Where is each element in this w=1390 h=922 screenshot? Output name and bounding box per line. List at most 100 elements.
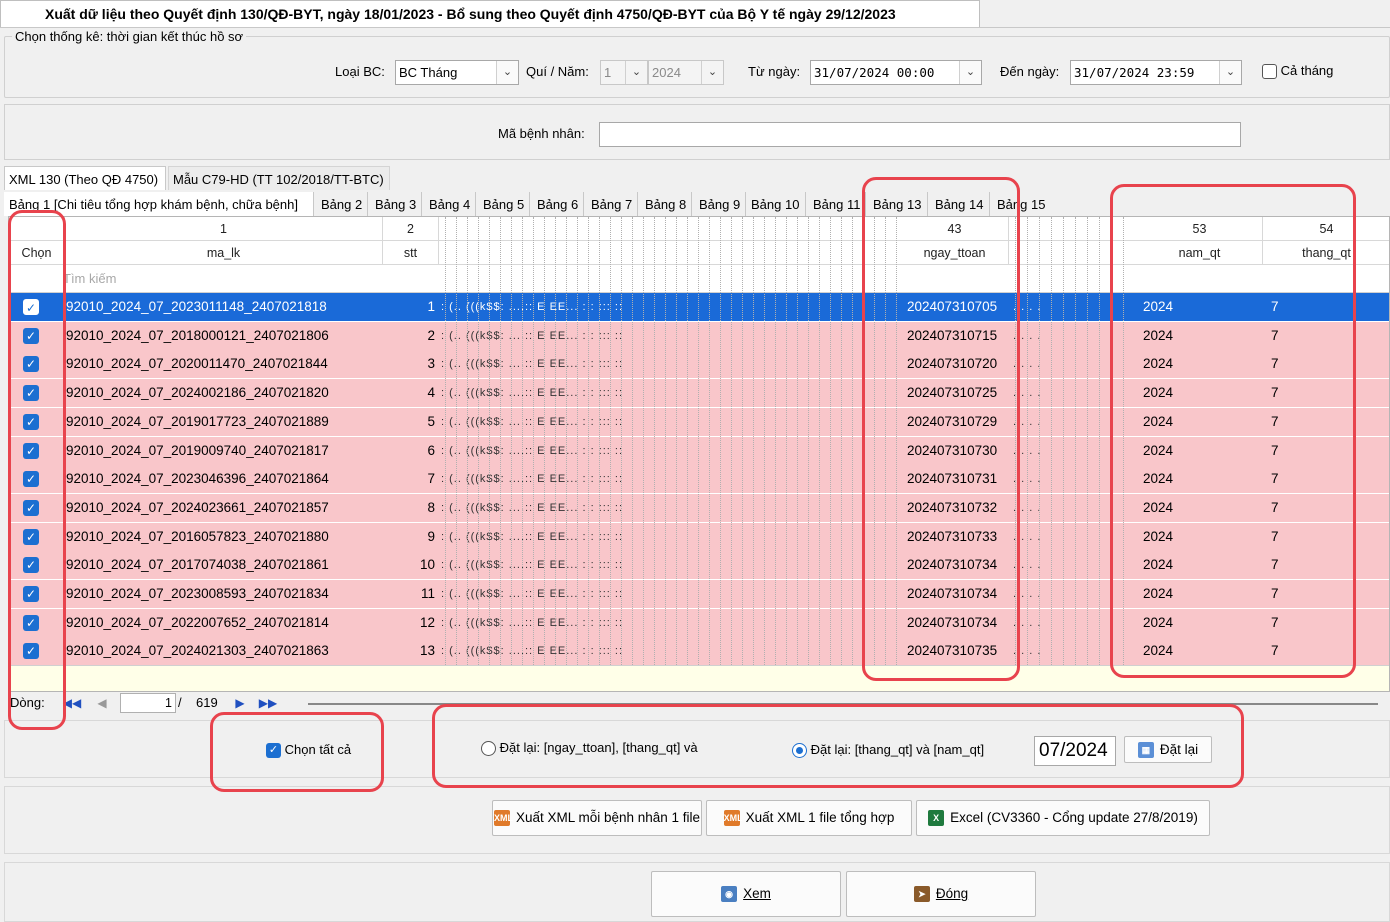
cell-hidden-columns: : (.. (((k$$: ....:: E EE... : : ::: :: — [441, 301, 624, 313]
cell-stt: 12 — [419, 614, 435, 630]
tab-bang-2[interactable]: Bảng 2 — [316, 192, 368, 216]
tab-bang-10[interactable]: Bảng 10 — [746, 192, 806, 216]
pager-sep: / — [178, 695, 182, 710]
tab-bang-5[interactable]: Bảng 5 — [478, 192, 530, 216]
cell-hidden-columns: : (.. (((k$$: ....:: E EE... : : ::: :: — [441, 559, 624, 572]
cell-ma-lk: 92010_2024_07_2018000121_2407021806 — [66, 327, 329, 343]
cell-hidden-columns: : (.. (((k$$: ....:: E EE... : : ::: :: — [441, 415, 624, 428]
cell-stt: 8 — [427, 499, 435, 515]
tab-bang-11[interactable]: Bảng 11 — [808, 192, 866, 216]
excel-icon: X — [928, 810, 945, 827]
cell-ma-lk: 92010_2024_07_2023008593_2407021834 — [66, 586, 329, 601]
loai-bc-value: BC Tháng — [399, 65, 458, 80]
cell-ma-lk: 92010_2024_07_2024021303_2407021863 — [66, 643, 329, 659]
tab-bang-7[interactable]: Bảng 7 — [586, 192, 638, 216]
den-ngay-picker[interactable]: 31/07/2024 23:59 ⌄ — [1070, 60, 1242, 85]
nam-select[interactable]: 2024 ⌄ — [648, 60, 724, 85]
qui-select[interactable]: 1 ⌄ — [600, 60, 648, 85]
tab-xml130[interactable]: XML 130 (Theo QĐ 4750) — [4, 166, 166, 190]
cell-hidden-columns: : (.. (((k$$: ....:: E EE... : : ::: :: — [441, 645, 624, 658]
divider — [0, 27, 1390, 28]
cell-ma-lk: 92010_2024_07_2022007652_2407021814 — [66, 614, 329, 630]
xem-button[interactable]: ◉ Xem — [651, 871, 841, 917]
col-header-stt[interactable]: stt — [383, 241, 439, 265]
cell-ma-lk: 92010_2024_07_2023011148_2407021818 — [66, 299, 327, 314]
chevron-down-icon[interactable]: ⌄ — [496, 61, 518, 84]
highlight-chon-column — [8, 210, 66, 730]
tab-bang-8[interactable]: Bảng 8 — [640, 192, 692, 216]
xuat-xml-tong-hop-button[interactable]: XML Xuất XML 1 file tổng hợp — [706, 800, 912, 836]
cell-stt: 3 — [427, 356, 435, 372]
cell-hidden-columns: : (.. (((k$$: ....:: E EE... : : ::: :: — [441, 329, 624, 342]
ma-benh-nhan-input[interactable] — [599, 122, 1241, 147]
highlight-reset-options — [432, 704, 1244, 788]
ma-benh-nhan-label: Mã bệnh nhân: — [498, 126, 585, 141]
cell-stt: 9 — [427, 528, 435, 544]
cell-ma-lk: 92010_2024_07_2016057823_2407021880 — [66, 528, 329, 544]
tab-c79hd[interactable]: Mẫu C79-HD (TT 102/2018/TT-BTC) — [168, 166, 390, 190]
highlight-nam-thang-columns — [1110, 184, 1356, 678]
ca-thang-label: Cả tháng — [1280, 63, 1334, 78]
loai-bc-select[interactable]: BC Tháng ⌄ — [395, 60, 519, 85]
xml-file-icon: XML — [493, 810, 513, 827]
page-input[interactable]: 1 — [120, 693, 176, 713]
tu-ngay-picker[interactable]: 31/07/2024 00:00 ⌄ — [810, 60, 982, 85]
preview-icon: ◉ — [721, 886, 738, 903]
chevron-down-icon[interactable]: ⌄ — [959, 61, 981, 84]
xuat-xml-moi-benh-nhan-button[interactable]: XML Xuất XML mỗi bệnh nhân 1 file — [492, 800, 702, 836]
cell-ma-lk: 92010_2024_07_2019017723_2407021889 — [66, 413, 329, 429]
cell-ma-lk: 92010_2024_07_2017074038_2407021861 — [66, 557, 329, 573]
cell-stt: 5 — [427, 413, 435, 429]
chevron-down-icon[interactable]: ⌄ — [1219, 61, 1241, 84]
col-number-ma-lk: 1 — [65, 217, 383, 241]
qui-nam-label: Quí / Năm: — [526, 64, 589, 79]
tab-bang-4[interactable]: Bảng 4 — [424, 192, 476, 216]
exit-door-icon: ➤ — [913, 886, 930, 903]
prev-page-icon[interactable]: ◀ — [92, 694, 112, 712]
cell-stt: 6 — [427, 442, 435, 458]
tu-ngay-label: Từ ngày: — [748, 64, 801, 79]
cell-hidden-columns: : (.. (((k$$: ....:: E EE... : : ::: :: — [441, 387, 624, 400]
cell-stt: 1 — [427, 299, 435, 314]
col-number-stt: 2 — [383, 217, 439, 241]
nam-value: 2024 — [652, 65, 681, 80]
highlight-chon-tat-ca — [210, 712, 384, 792]
cell-stt: 4 — [427, 385, 435, 401]
tab-bang-6[interactable]: Bảng 6 — [532, 192, 584, 216]
cell-ma-lk: 92010_2024_07_2020011470_2407021844 — [66, 356, 328, 372]
cell-stt: 7 — [427, 471, 435, 487]
cell-hidden-columns: : (.. (((k$$: ....:: E EE... : : ::: :: — [441, 473, 624, 486]
cell-hidden-columns: : (.. (((k$$: ....:: E EE... : : ::: :: — [441, 588, 624, 600]
pager-total: 619 — [196, 695, 218, 710]
tab-bang-3[interactable]: Bảng 3 — [370, 192, 422, 216]
chevron-down-icon[interactable]: ⌄ — [625, 61, 647, 84]
cell-ma-lk: 92010_2024_07_2024023661_2407021857 — [66, 499, 329, 515]
loai-bc-label: Loại BC: — [335, 64, 385, 79]
cell-stt: 13 — [419, 643, 435, 659]
checkbox-icon[interactable] — [1262, 64, 1277, 80]
highlight-ngay-ttoan-column — [862, 177, 1020, 681]
cell-hidden-columns: : (.. (((k$$: ....:: E EE... : : ::: :: — [441, 530, 624, 543]
tab-bang-9[interactable]: Bảng 9 — [694, 192, 746, 216]
filter-group-label: Chọn thống kê: thời gian kết thúc hồ sơ — [12, 29, 247, 44]
window-title: Xuất dữ liệu theo Quyết định 130/QĐ-BYT,… — [0, 0, 980, 28]
cell-stt: 11 — [420, 586, 435, 601]
cell-hidden-columns: : (.. (((k$$: ....:: E EE... : : ::: :: — [441, 444, 624, 457]
cell-hidden-columns: : (.. (((k$$: ....:: E EE... : : ::: :: — [441, 358, 624, 371]
cell-ma-lk: 92010_2024_07_2024002186_2407021820 — [66, 385, 329, 401]
den-ngay-label: Đến ngày: — [1000, 64, 1060, 79]
ca-thang-checkbox[interactable]: Cả tháng — [1262, 63, 1334, 80]
chevron-down-icon[interactable]: ⌄ — [701, 61, 723, 84]
cell-stt: 2 — [427, 327, 435, 343]
search-placeholder: Tìm kiếm — [63, 271, 117, 286]
qui-value: 1 — [604, 65, 612, 80]
tu-ngay-value: 31/07/2024 00:00 — [814, 65, 935, 80]
col-header-ma-lk[interactable]: ma_lk — [65, 241, 383, 265]
dong-button[interactable]: ➤ Đóng — [846, 871, 1036, 917]
last-page-icon[interactable]: ▶▶ — [258, 694, 278, 712]
cell-hidden-columns: : (.. (((k$$: ....:: E EE... : : ::: :: — [441, 616, 624, 629]
xml-file-icon: XML — [723, 810, 743, 827]
next-page-icon[interactable]: ▶ — [230, 694, 250, 712]
excel-button[interactable]: X Excel (CV3360 - Cổng update 27/8/2019) — [916, 800, 1210, 836]
cell-ma-lk: 92010_2024_07_2019009740_2407021817 — [66, 442, 329, 458]
